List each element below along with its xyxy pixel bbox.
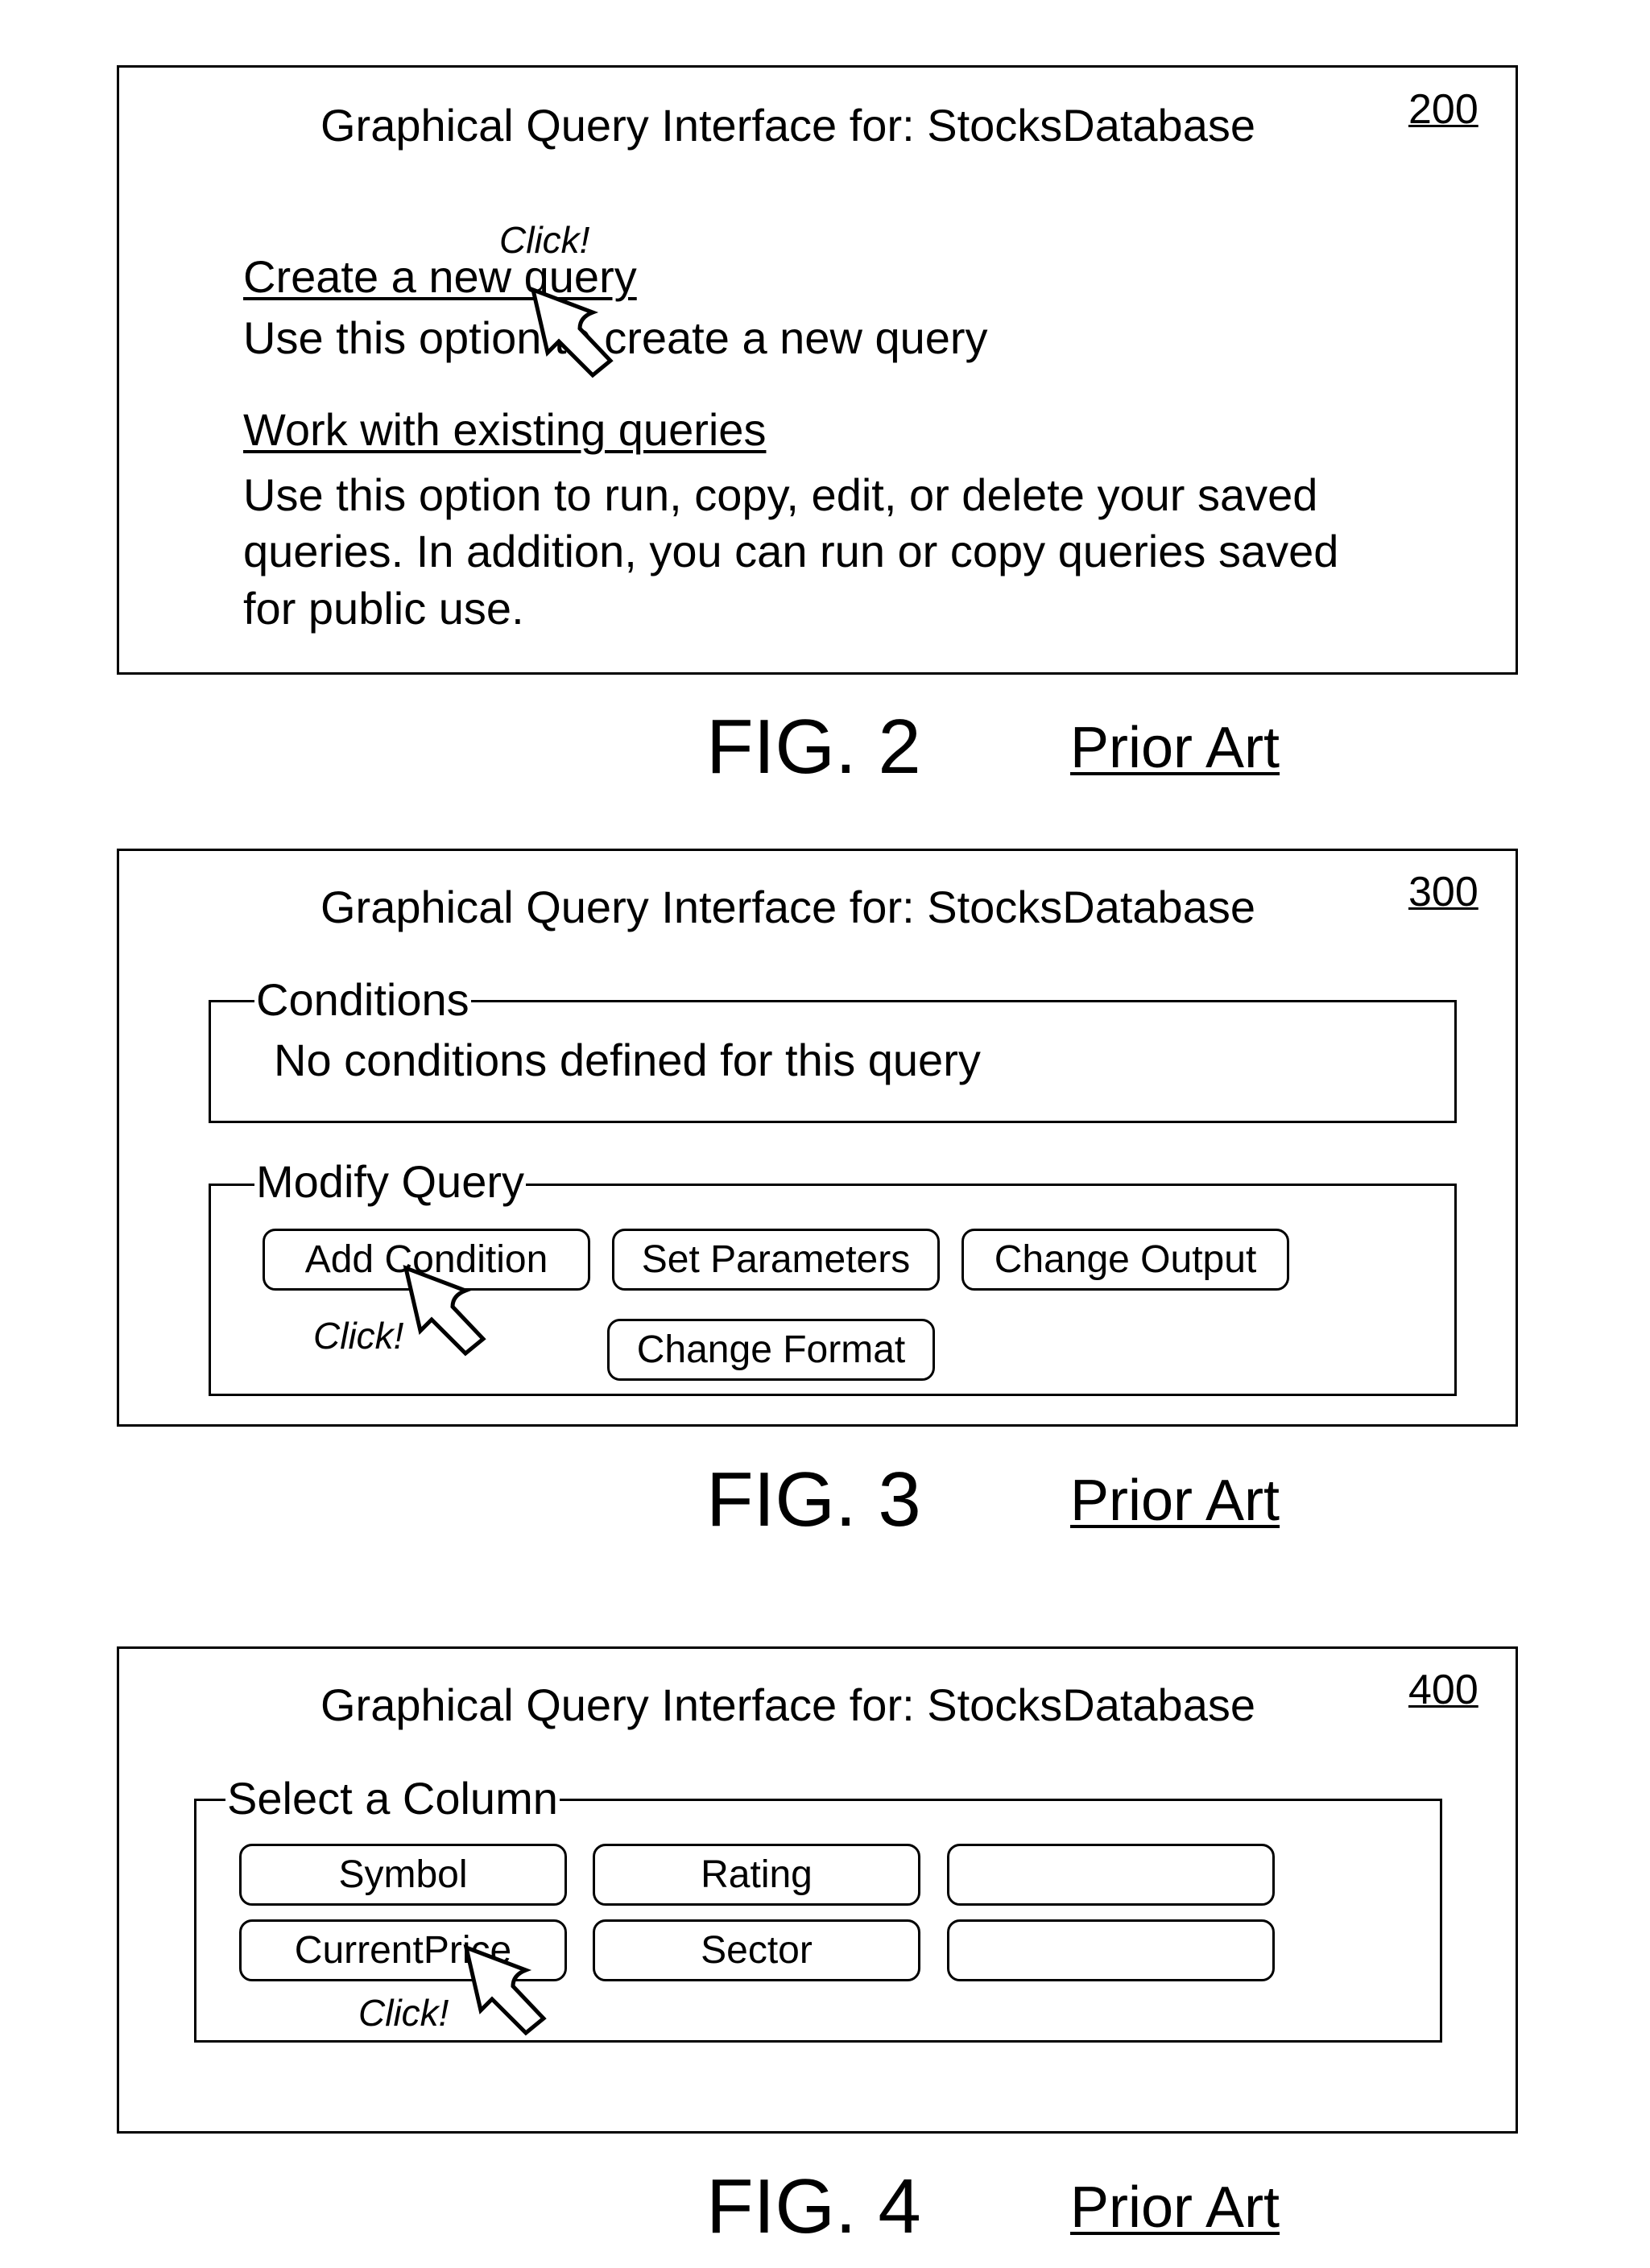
- fig4-prior-art-label: Prior Art: [1070, 2175, 1280, 2240]
- fig4-figure-label: FIG. 4: [706, 2163, 921, 2249]
- fig2-prior-art-label: Prior Art: [1070, 716, 1280, 780]
- conditions-legend: Conditions: [254, 974, 471, 1025]
- column-button-rating[interactable]: Rating: [593, 1844, 920, 1906]
- fig2-figure-label: FIG. 2: [706, 704, 921, 790]
- change-output-button[interactable]: Change Output: [961, 1229, 1289, 1291]
- column-button-symbol[interactable]: Symbol: [239, 1844, 567, 1906]
- fig3-figure-label: FIG. 3: [706, 1456, 921, 1543]
- fig4-click-annotation: Click!: [358, 1992, 449, 2034]
- mouse-pointer-arrow-icon: [463, 1944, 547, 2036]
- existing-queries-description-line-3: for public use.: [243, 583, 524, 634]
- existing-queries-description-line-1: Use this option to run, copy, edit, or d…: [243, 469, 1318, 520]
- mouse-pointer-arrow-icon: [403, 1265, 486, 1357]
- column-button-sector[interactable]: Sector: [593, 1919, 920, 1981]
- fig4-reference-number: 400: [1408, 1667, 1478, 1713]
- fig3-click-annotation: Click!: [313, 1315, 404, 1357]
- select-column-legend: Select a Column: [225, 1773, 560, 1824]
- existing-queries-description-line-2: queries. In addition, you can run or cop…: [243, 526, 1339, 576]
- fig2-panel-title: Graphical Query Interface for: StocksDat…: [320, 100, 1255, 151]
- modify-query-legend: Modify Query: [254, 1156, 526, 1207]
- fig3-reference-number: 300: [1408, 869, 1478, 915]
- conditions-empty-text: No conditions defined for this query: [274, 1035, 981, 1085]
- fig3-prior-art-label: Prior Art: [1070, 1469, 1280, 1533]
- work-with-existing-queries-link[interactable]: Work with existing queries: [243, 407, 766, 452]
- column-button-empty-1[interactable]: [947, 1844, 1275, 1906]
- set-parameters-button[interactable]: Set Parameters: [612, 1229, 940, 1291]
- change-format-button[interactable]: Change Format: [607, 1319, 935, 1381]
- column-button-empty-2[interactable]: [947, 1919, 1275, 1981]
- fig4-panel-title: Graphical Query Interface for: StocksDat…: [320, 1679, 1255, 1730]
- mouse-pointer-arrow-icon: [530, 287, 614, 378]
- fig3-panel-title: Graphical Query Interface for: StocksDat…: [320, 882, 1255, 932]
- fig2-reference-number: 200: [1408, 86, 1478, 133]
